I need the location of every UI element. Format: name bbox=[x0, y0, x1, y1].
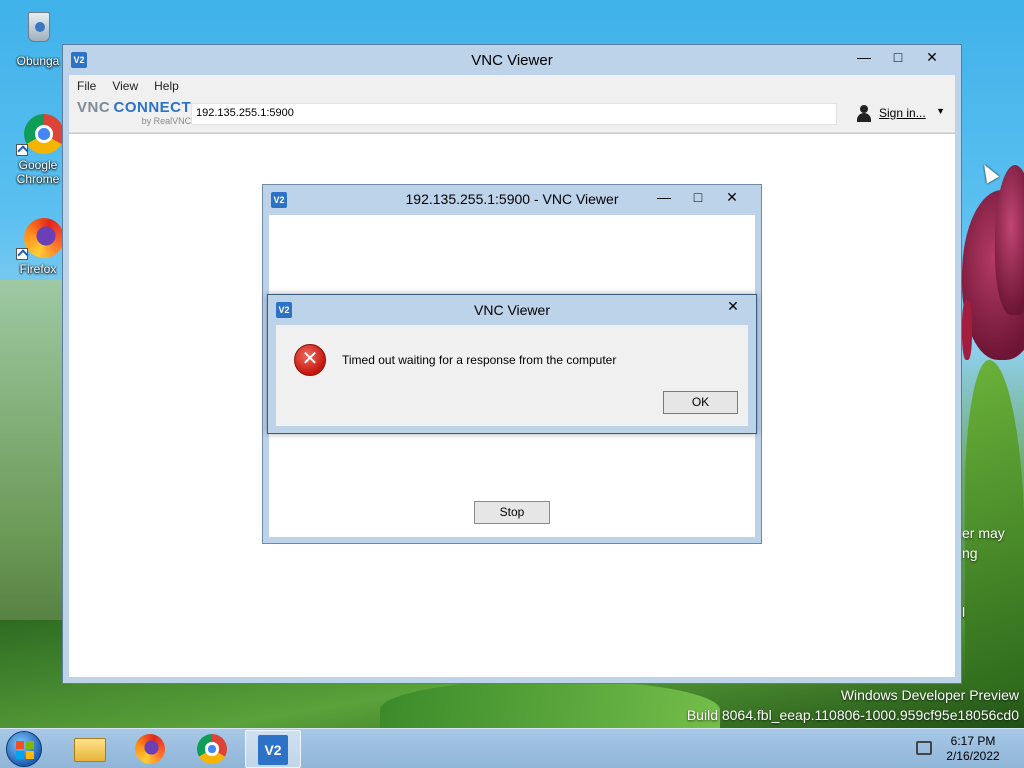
desktop-icon-google-chrome[interactable]: Google Chrome bbox=[8, 112, 68, 186]
chrome-icon bbox=[16, 112, 64, 156]
close-button[interactable]: ✕ bbox=[716, 296, 750, 316]
shortcut-arrow-icon bbox=[16, 144, 28, 156]
menu-view[interactable]: View bbox=[104, 75, 146, 93]
dialog-title: VNC Viewer bbox=[474, 302, 550, 318]
recycle-bin-icon bbox=[16, 8, 60, 52]
vnc-logo-icon: V2 bbox=[258, 735, 288, 765]
address-input[interactable]: 192.135.255.1:5900 bbox=[191, 103, 837, 125]
sign-in-label: Sign in... bbox=[879, 106, 926, 120]
title-bar[interactable]: V2 VNC Viewer — □ ✕ bbox=[63, 45, 961, 75]
firefox-icon bbox=[135, 734, 165, 764]
user-icon bbox=[855, 104, 873, 122]
sign-in-button[interactable]: Sign in... ▼ bbox=[855, 104, 945, 124]
menu-bar: File View Help bbox=[69, 75, 955, 95]
clock-time: 6:17 PM bbox=[950, 734, 996, 748]
error-icon: ✕ bbox=[294, 344, 326, 376]
chrome-icon bbox=[197, 734, 227, 764]
watermark-line1: Windows Developer Preview bbox=[840, 687, 1019, 703]
title-bar[interactable]: V2 VNC Viewer ✕ bbox=[268, 295, 756, 325]
minimize-button[interactable]: — bbox=[647, 187, 681, 207]
maximize-button[interactable]: □ bbox=[881, 47, 915, 67]
wallpaper-tulip-small bbox=[962, 300, 972, 360]
brand-vnc: VNC bbox=[77, 99, 111, 116]
toolbar: VNC CONNECT by RealVNC 192.135.255.1:590… bbox=[69, 95, 955, 133]
brand-connect: CONNECT bbox=[113, 99, 192, 116]
dialog-body: ✕ Timed out waiting for a response from … bbox=[276, 325, 748, 426]
close-button[interactable]: ✕ bbox=[715, 187, 749, 207]
background-text: er may bbox=[962, 525, 1005, 541]
network-icon[interactable] bbox=[916, 741, 932, 755]
window-title: VNC Viewer bbox=[471, 52, 553, 69]
clock-date: 2/16/2022 bbox=[946, 749, 1000, 763]
watermark-line2: Build 8064.fbl_eeap.110806-1000.959cf95e… bbox=[686, 707, 1019, 723]
taskbar-firefox[interactable] bbox=[122, 730, 178, 768]
taskbar-file-explorer[interactable] bbox=[62, 730, 118, 768]
title-bar[interactable]: V2 192.135.255.1:5900 - VNC Viewer — □ ✕ bbox=[263, 185, 761, 215]
mouse-cursor-icon bbox=[978, 161, 1000, 184]
background-text: l bbox=[962, 604, 966, 620]
menu-file[interactable]: File bbox=[69, 75, 104, 93]
desktop-icon-firefox[interactable]: Firefox bbox=[8, 216, 68, 276]
desktop-icon-label: Firefox bbox=[19, 262, 57, 276]
stop-button[interactable]: Stop bbox=[474, 501, 550, 524]
vnc-connect-logo: VNC CONNECT by RealVNC bbox=[77, 99, 192, 126]
wallpaper-tulip bbox=[995, 165, 1024, 315]
brand-by: by RealVNC bbox=[141, 116, 192, 126]
close-button[interactable]: ✕ bbox=[915, 47, 949, 67]
taskbar-vnc-viewer[interactable]: V2 bbox=[245, 730, 301, 768]
folder-icon bbox=[74, 738, 106, 762]
start-button[interactable] bbox=[6, 731, 42, 767]
error-dialog: V2 VNC Viewer ✕ ✕ Timed out waiting for … bbox=[267, 294, 757, 434]
menu-help[interactable]: Help bbox=[146, 75, 187, 93]
desktop-icon-label: Obunga bbox=[16, 54, 60, 68]
desktop-icon-recycle-bin[interactable]: Obunga bbox=[8, 8, 68, 68]
chevron-down-icon: ▼ bbox=[936, 106, 945, 116]
background-text: ng bbox=[962, 545, 978, 561]
taskbar-google-chrome[interactable] bbox=[184, 730, 240, 768]
clock[interactable]: 6:17 PM 2/16/2022 bbox=[940, 734, 1006, 764]
firefox-icon bbox=[16, 216, 64, 260]
ok-button[interactable]: OK bbox=[663, 391, 738, 414]
maximize-button[interactable]: □ bbox=[681, 187, 715, 207]
error-message: Timed out waiting for a response from th… bbox=[342, 353, 617, 367]
minimize-button[interactable]: — bbox=[847, 47, 881, 67]
shortcut-arrow-icon bbox=[16, 248, 28, 260]
windows-logo-icon bbox=[16, 741, 34, 759]
windows-watermark: Windows Developer Preview Build 8064.fbl… bbox=[687, 685, 1019, 725]
desktop-icon-label: Google Chrome bbox=[16, 158, 60, 186]
taskbar: V2 6:17 PM 2/16/2022 bbox=[0, 728, 1024, 768]
